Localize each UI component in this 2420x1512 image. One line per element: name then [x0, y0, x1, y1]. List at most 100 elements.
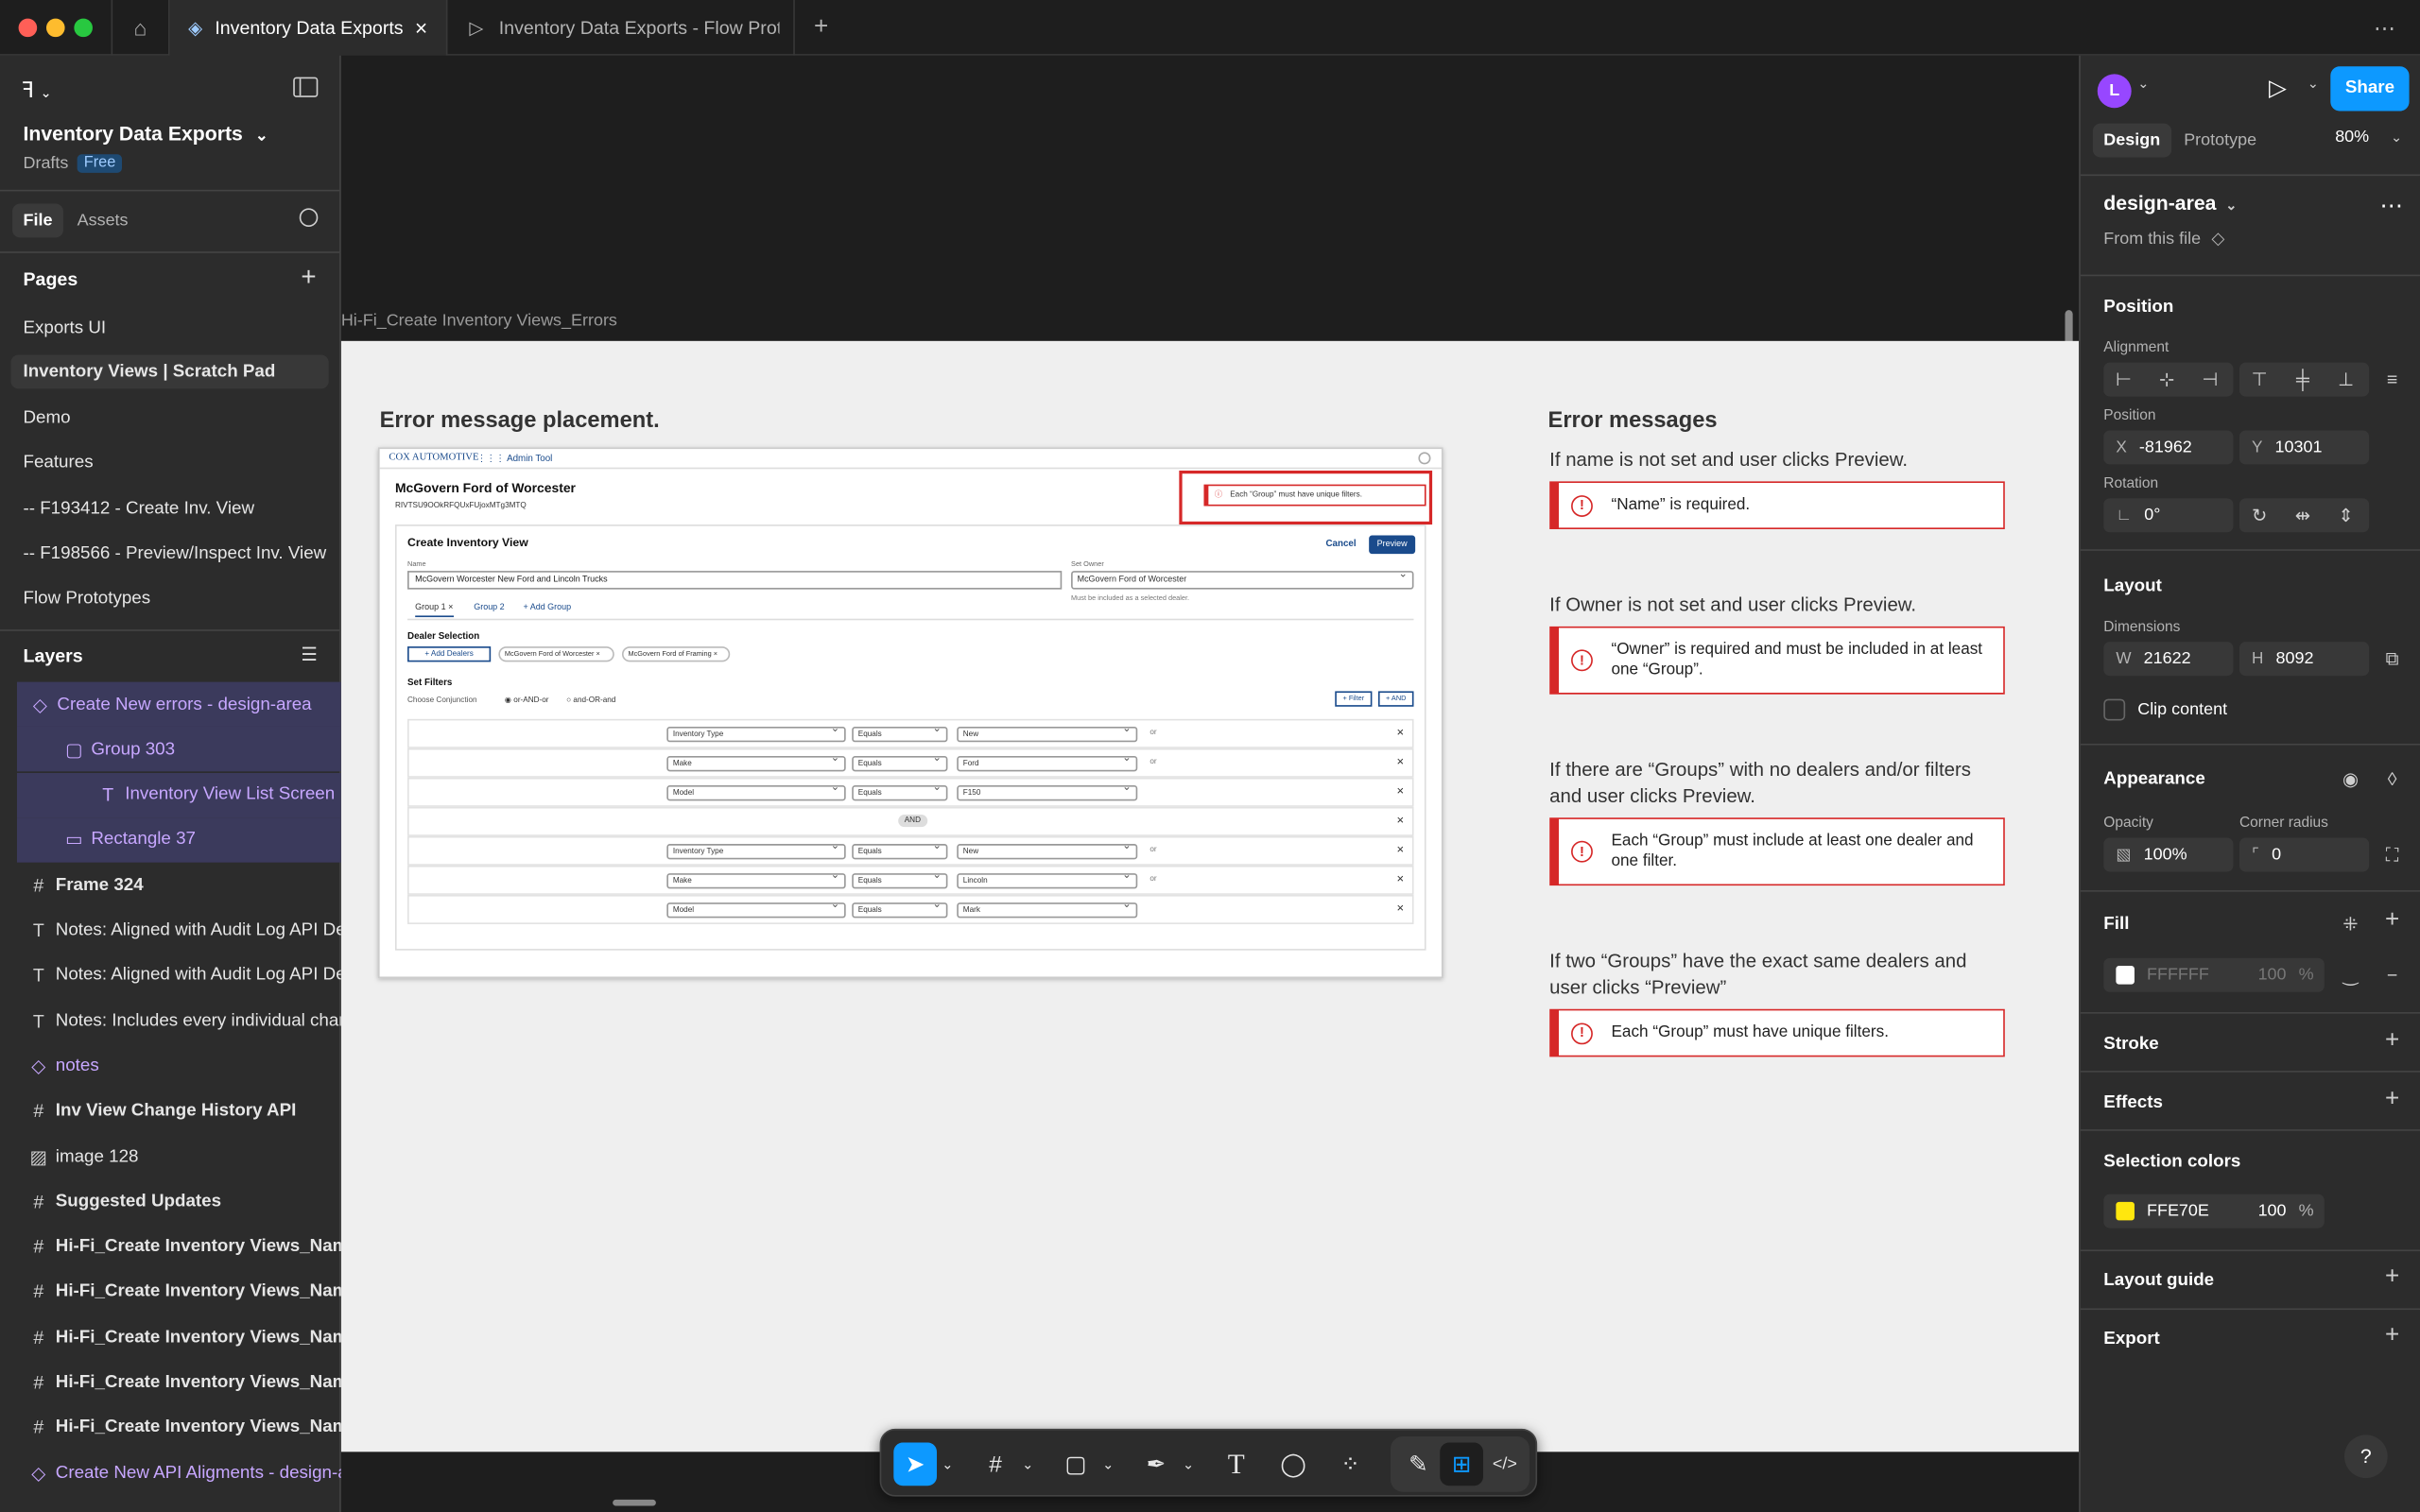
value-select[interactable]: New — [957, 841, 1138, 860]
inventory-view-screenshot[interactable]: COX AUTOMOTIVE ⋮⋮⋮ Admin Tool McGovern F… — [377, 447, 1443, 979]
tab-flow-prototype[interactable]: ▷ Inventory Data Exports - Flow Prototy — [447, 0, 795, 56]
value-select[interactable]: Ford — [957, 753, 1138, 772]
design-mode-icon[interactable]: ⊞ — [1440, 1442, 1483, 1486]
clip-content-checkbox[interactable] — [2103, 698, 2126, 721]
align-top-icon[interactable]: ⊤ — [2249, 369, 2271, 390]
eye-icon[interactable]: ◉ — [2340, 768, 2361, 790]
resize-to-fit-icon[interactable]: ⧉ — [2381, 648, 2403, 670]
close-window-button[interactable] — [18, 18, 38, 38]
drafts-link[interactable]: Drafts — [23, 154, 68, 173]
value-select[interactable]: Mark — [957, 900, 1138, 919]
frame-label[interactable]: Hi-Fi_Create Inventory Views_Errors — [341, 312, 617, 331]
operator-select[interactable]: Equals — [852, 841, 948, 860]
cancel-button[interactable]: Cancel — [1325, 540, 1356, 549]
field-select[interactable]: Model — [666, 900, 846, 919]
file-name-button[interactable]: Inventory Data Exports ⌄ — [23, 122, 268, 145]
page-item[interactable]: -- F193412 - Create Inv. View — [0, 487, 341, 531]
remove-filter-icon[interactable]: × — [1397, 754, 1405, 768]
styles-grid-icon[interactable]: ⁜ — [2340, 914, 2361, 936]
chevron-down-icon[interactable]: ⌄ — [2308, 76, 2319, 93]
pen-tool-icon[interactable]: ✒ — [1134, 1443, 1178, 1486]
remove-filter-icon[interactable]: × — [1397, 842, 1405, 856]
flip-horizontal-icon[interactable]: ⇹ — [2291, 505, 2313, 526]
avatar[interactable]: L — [2097, 74, 2132, 109]
align-middle-icon[interactable]: ╪ — [2291, 369, 2313, 390]
width-input[interactable]: W 21622 — [2103, 642, 2234, 677]
layer-item[interactable]: ◇ Create New errors - design-area — [16, 681, 341, 727]
present-icon[interactable]: ▷ — [2269, 74, 2287, 102]
owner-select[interactable]: McGovern Ford of Worcester — [1071, 568, 1414, 590]
value-select[interactable]: F150 — [957, 782, 1138, 801]
fill-input[interactable]: FFFFFF 100 % — [2103, 957, 2325, 992]
selection-color-swatch[interactable] — [2116, 1201, 2135, 1221]
dev-mode-icon[interactable]: </> — [1483, 1443, 1527, 1486]
remove-filter-icon[interactable]: × — [1397, 783, 1405, 798]
layer-item[interactable]: ◇ Create New API Aligments - design-ar — [0, 1451, 341, 1495]
help-icon[interactable]: ? — [2343, 1435, 2388, 1479]
tab-group-1[interactable]: Group 1 × — [415, 603, 454, 618]
horizontal-scrollbar[interactable] — [613, 1499, 656, 1506]
tab-group-2[interactable]: Group 2 — [474, 603, 504, 612]
field-select[interactable]: Model — [666, 782, 846, 801]
layer-item[interactable]: ▢ Group 303 — [16, 727, 341, 772]
radio-and-or-and[interactable]: ○ and-OR-and — [566, 696, 615, 705]
home-tab[interactable]: ⌂ — [111, 0, 170, 56]
page-item[interactable]: -- F198566 - Preview/Inspect Inv. View — [0, 531, 341, 576]
zoom-select[interactable]: 80% ⌄ — [2335, 129, 2402, 147]
radio-or-and-or[interactable]: ◉ or-AND-or — [505, 696, 549, 705]
preview-button[interactable]: Preview — [1369, 535, 1416, 555]
design-frame[interactable]: Error message placement. Error messages … — [340, 340, 2080, 1452]
move-tool-icon[interactable]: ➤ — [893, 1442, 938, 1486]
value-select[interactable]: Lincoln — [957, 870, 1138, 889]
tab-file[interactable]: File — [12, 203, 63, 238]
rotation-input[interactable]: ∟ 0° — [2103, 498, 2234, 533]
dealer-chip-1[interactable]: McGovern Ford of Worcester × — [498, 646, 614, 662]
maximize-window-button[interactable] — [74, 18, 93, 38]
page-item[interactable]: Flow Prototypes — [0, 576, 341, 621]
page-item[interactable]: Inventory Views | Scratch Pad — [10, 354, 329, 389]
tab-prototype[interactable]: Prototype — [2184, 124, 2256, 158]
layer-item[interactable]: # Hi-Fi_Create Inventory Views_Name — [0, 1225, 340, 1269]
more-menu-button[interactable]: ⋯ — [2361, 0, 2408, 56]
operator-select[interactable]: Equals — [852, 900, 948, 919]
page-item[interactable]: Features — [0, 441, 341, 486]
operator-select[interactable]: Equals — [852, 870, 948, 889]
tab-assets[interactable]: Assets — [78, 204, 129, 238]
field-select[interactable]: Make — [666, 753, 846, 772]
height-input[interactable]: H 8092 — [2238, 642, 2370, 677]
actions-tool-icon[interactable]: ⁘ — [1329, 1443, 1373, 1486]
layer-item[interactable]: T Notes: Includes every individual chang — [0, 998, 341, 1042]
add-layout-guide-icon[interactable]: + — [2381, 1264, 2403, 1289]
add-fill-icon[interactable]: + — [2381, 908, 2403, 933]
operator-select[interactable]: Equals — [852, 753, 948, 772]
more-options-icon[interactable]: ⋯ — [2380, 191, 2405, 219]
frame-tool-icon[interactable]: # — [974, 1443, 1017, 1486]
x-input[interactable]: X -81962 — [2103, 430, 2234, 465]
y-input[interactable]: Y 10301 — [2238, 430, 2370, 465]
chevron-down-icon[interactable]: ⌄ — [1178, 1443, 1200, 1486]
hide-fill-icon[interactable]: ‿ — [2340, 964, 2361, 986]
rotate-icon[interactable]: ↻ — [2249, 505, 2271, 526]
layer-item[interactable]: # Frame 324 — [0, 863, 341, 907]
blend-mode-icon[interactable]: ◊ — [2381, 768, 2403, 790]
text-tool-icon[interactable]: T — [1215, 1443, 1258, 1486]
draw-mode-icon[interactable]: ✎ — [1397, 1443, 1441, 1486]
page-item[interactable]: Exports UI — [0, 305, 341, 350]
figma-menu-button[interactable]: ꟻ ⌄ — [22, 77, 52, 104]
chevron-down-icon[interactable]: ⌄ — [937, 1443, 959, 1486]
component-source[interactable]: From this file ◇ — [2103, 229, 2224, 249]
layer-item[interactable]: # Hi-Fi_Create Inventory Views_Name — [0, 1314, 340, 1359]
add-page-button[interactable]: + — [301, 263, 316, 294]
independent-corners-icon[interactable]: ⛶ — [2381, 844, 2403, 866]
layer-item[interactable]: ▨ image 128 — [0, 1134, 341, 1178]
distribute-icon[interactable]: ≡ — [2381, 369, 2403, 390]
collapse-layers-icon[interactable]: ☰ — [301, 644, 318, 665]
align-bottom-icon[interactable]: ⊥ — [2335, 369, 2357, 390]
remove-filter-icon[interactable]: × — [1397, 725, 1405, 739]
field-select[interactable]: Inventory Type — [666, 724, 846, 743]
fill-swatch[interactable] — [2116, 966, 2135, 985]
add-filter-button[interactable]: + Filter — [1335, 691, 1373, 707]
dealer-chip-2[interactable]: McGovern Ford of Framing × — [621, 646, 731, 662]
add-dealers-button[interactable]: + Add Dealers — [407, 646, 492, 662]
layer-item[interactable]: # Hi-Fi_Create Inventory Views_Name — [0, 1405, 340, 1450]
